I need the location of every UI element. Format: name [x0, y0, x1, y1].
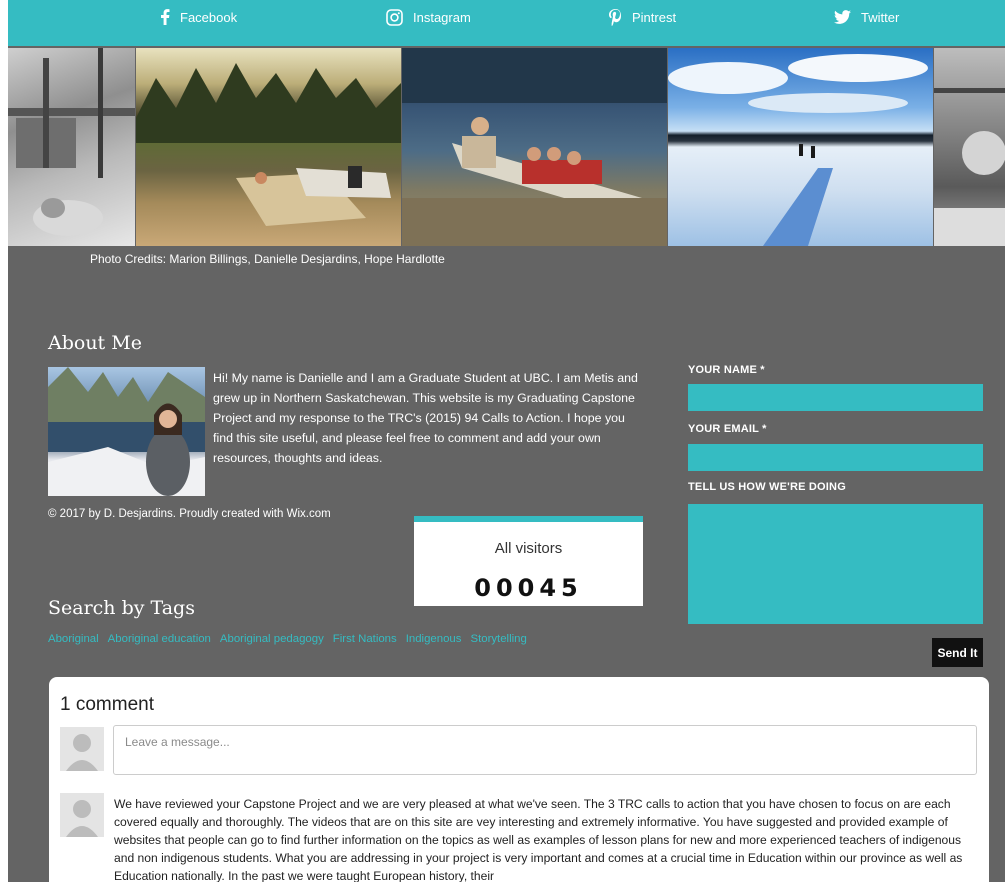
tag-aboriginal-pedagogy[interactable]: Aboriginal pedagogy: [220, 633, 324, 645]
social-bar: Facebook Instagram Pintrest Twitter: [8, 0, 1005, 46]
tags-title: Search by Tags: [48, 597, 195, 619]
email-label: YOUR EMAIL *: [688, 423, 767, 435]
copyright: © 2017 by D. Desjardins. Proudly created…: [48, 508, 331, 520]
twitter-label: Twitter: [861, 9, 900, 25]
photo-dock-boat: [136, 48, 401, 246]
instagram-link[interactable]: Instagram: [386, 5, 471, 29]
photo-credits: Photo Credits: Marion Billings, Danielle…: [90, 252, 445, 266]
pinterest-link[interactable]: Pintrest: [609, 5, 676, 29]
user-icon: [66, 734, 98, 771]
visitor-counter: All visitors 00045: [414, 516, 643, 606]
tag-first-nations[interactable]: First Nations: [333, 633, 397, 645]
pinterest-label: Pintrest: [632, 9, 677, 25]
facebook-link[interactable]: Facebook: [160, 5, 237, 29]
facebook-label: Facebook: [180, 9, 238, 25]
user-icon: [66, 800, 98, 837]
counter-value: 00045: [474, 574, 583, 602]
name-field[interactable]: [688, 384, 983, 411]
counter-label: All visitors: [494, 540, 563, 557]
instagram-icon: [386, 8, 403, 26]
photo-cabin-dog: [8, 48, 135, 246]
author-photo: [48, 367, 205, 496]
send-button[interactable]: Send It: [932, 638, 983, 667]
facebook-icon: [161, 9, 170, 25]
photo-log-cabin: [934, 48, 1005, 246]
tag-aboriginal-education[interactable]: Aboriginal education: [108, 633, 211, 645]
email-field[interactable]: [688, 444, 983, 471]
twitter-icon: [834, 10, 851, 24]
photo-snow-lake: [668, 48, 933, 246]
pinterest-icon: [609, 8, 621, 26]
current-user-avatar: [60, 727, 104, 771]
about-text: Hi! My name is Danielle and I am a Gradu…: [213, 371, 638, 465]
tag-storytelling[interactable]: Storytelling: [470, 633, 526, 645]
blog-page: Facebook Instagram Pintrest Twitter Phot…: [8, 0, 1005, 882]
photo-strip: [8, 48, 1005, 246]
comment-input[interactable]: Leave a message...: [113, 725, 977, 775]
feedback-label: TELL US HOW WE'RE DOING: [688, 481, 846, 493]
tag-list: Aboriginal Aboriginal education Aborigin…: [48, 633, 527, 645]
twitter-link[interactable]: Twitter: [834, 5, 899, 29]
name-label: YOUR NAME *: [688, 364, 765, 376]
comment-count: 1 comment: [60, 694, 154, 715]
about-title: About Me: [48, 332, 142, 354]
commenter-avatar: [60, 793, 104, 837]
feedback-field[interactable]: [688, 504, 983, 624]
comment-body: We have reviewed your Capstone Project a…: [114, 797, 963, 882]
tag-aboriginal[interactable]: Aboriginal: [48, 633, 99, 645]
comments-section: 1 comment Leave a message... We have rev…: [49, 677, 989, 882]
tag-indigenous[interactable]: Indigenous: [406, 633, 462, 645]
instagram-label: Instagram: [413, 9, 471, 25]
photo-canoe-shore: [402, 48, 667, 246]
